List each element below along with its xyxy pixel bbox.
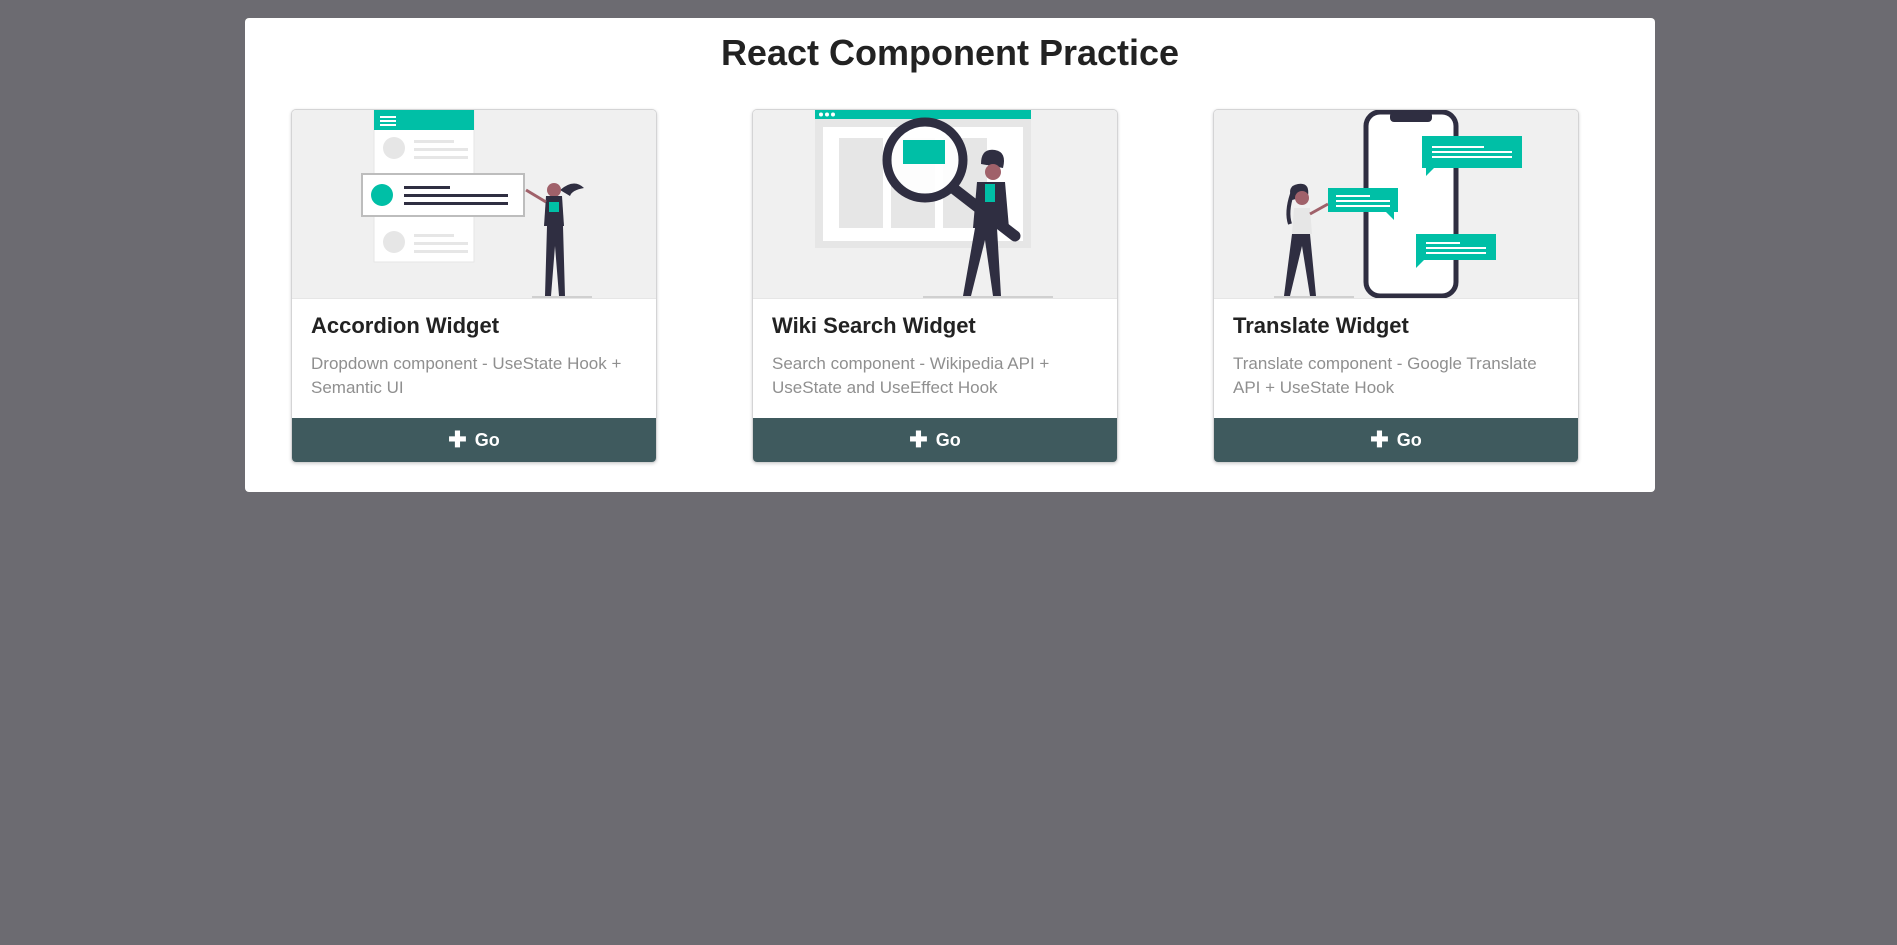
card-description: Dropdown component - UseState Hook + Sem… [311,354,622,397]
plus-icon: ✚ [448,427,467,452]
card-header: Translate Widget [1233,313,1409,338]
card-description: Search component - Wikipedia API + UseSt… [772,354,1050,397]
plus-icon: ✚ [909,427,928,452]
card-translate-widget: Translate Widget Translate component - G… [1213,109,1579,463]
wiki-search-illustration [753,110,1117,299]
card-header: Wiki Search Widget [772,313,976,338]
accordion-illustration [292,110,656,299]
translate-illustration [1214,110,1578,299]
translate-go-button[interactable]: ✚ Go [1214,418,1578,462]
plus-icon: ✚ [1370,427,1389,452]
page-title: React Component Practice [720,32,1180,73]
card-header: Accordion Widget [311,313,500,338]
accordion-go-button[interactable]: ✚ Go [292,418,656,462]
button-label: Go [474,429,500,450]
card-description: Translate component - Google Translate A… [1233,354,1537,397]
card-wiki-search-widget: Wiki Search Widget Search component - Wi… [752,109,1118,463]
button-label: Go [935,429,961,450]
card-accordion-widget: Accordion Widget Dropdown component - Us… [291,109,657,463]
button-label: Go [1396,429,1422,450]
main-panel: React Component Practice Accordion Widge… [245,18,1655,492]
wiki-search-go-button[interactable]: ✚ Go [753,418,1117,462]
